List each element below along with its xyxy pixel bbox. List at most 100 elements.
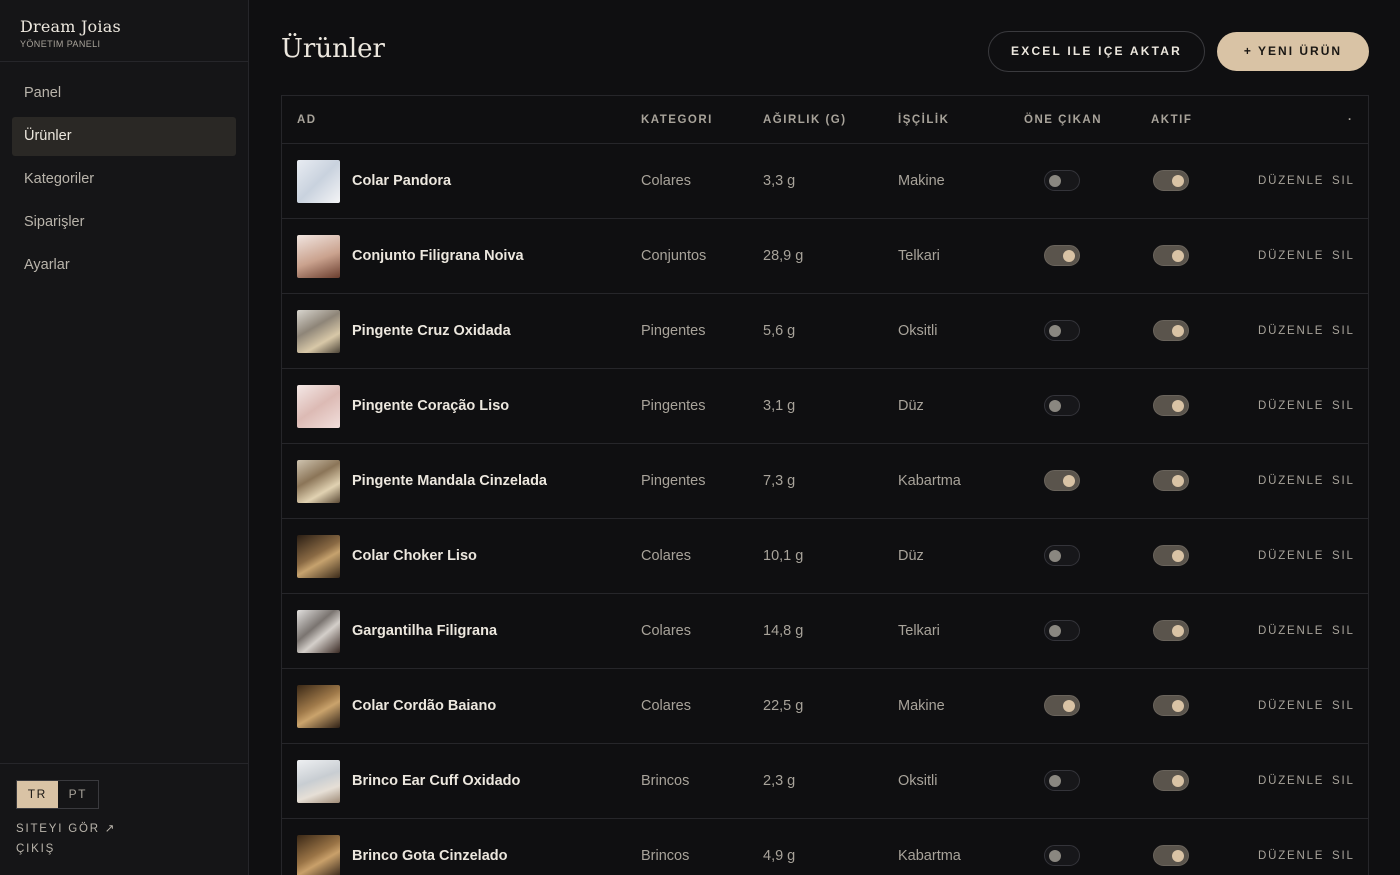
- table-row: Pingente Coração Liso Pingentes 3,1 g Düz DÜ…: [282, 369, 1368, 444]
- sidebar-item-orders[interactable]: Siparişler: [12, 203, 236, 242]
- active-toggle[interactable]: [1153, 695, 1189, 716]
- sidebar: Dream Joias YÖNETIM PANELI Panel Ürünler…: [0, 0, 249, 875]
- delete-button[interactable]: SIL: [1332, 744, 1355, 819]
- featured-toggle[interactable]: [1044, 245, 1080, 266]
- brand-name: Dream Joias: [20, 17, 121, 36]
- table-row: Conjunto Filigrana Noiva Conjuntos 28,9 g T…: [282, 219, 1368, 294]
- featured-toggle[interactable]: [1044, 845, 1080, 866]
- sidebar-item-categories[interactable]: Kategoriler: [12, 160, 236, 199]
- product-thumbnail: [297, 160, 340, 203]
- active-toggle[interactable]: [1153, 770, 1189, 791]
- product-craft: Oksitli: [898, 323, 938, 339]
- edit-button[interactable]: DÜZENLE: [1258, 819, 1324, 875]
- sidebar-nav: Panel Ürünler Kategoriler Siparişler Aya…: [0, 62, 248, 289]
- sidebar-footer: TR PT SITEYI GÖR ↗ ÇIKIŞ: [0, 763, 248, 875]
- edit-button[interactable]: DÜZENLE: [1258, 744, 1324, 819]
- featured-toggle[interactable]: [1044, 170, 1080, 191]
- product-thumbnail: [297, 835, 340, 875]
- delete-button[interactable]: SIL: [1332, 369, 1355, 444]
- product-craft: Makine: [898, 173, 945, 189]
- lang-pt-button[interactable]: PT: [58, 781, 99, 808]
- product-thumbnail: [297, 535, 340, 578]
- active-toggle[interactable]: [1153, 170, 1189, 191]
- active-toggle[interactable]: [1153, 845, 1189, 866]
- delete-button[interactable]: SIL: [1332, 669, 1355, 744]
- product-thumbnail: [297, 760, 340, 803]
- lang-tr-button[interactable]: TR: [17, 781, 58, 808]
- active-toggle[interactable]: [1153, 620, 1189, 641]
- delete-button[interactable]: SIL: [1332, 594, 1355, 669]
- active-toggle[interactable]: [1153, 395, 1189, 416]
- featured-toggle[interactable]: [1044, 395, 1080, 416]
- product-name: Brinco Gota Cinzelado: [352, 848, 508, 864]
- product-name: Colar Pandora: [352, 173, 452, 189]
- product-category: Colares: [641, 173, 691, 189]
- column-header-craft: İŞÇİLİK: [898, 114, 950, 126]
- toggle-knob: [1063, 250, 1075, 262]
- delete-button[interactable]: SIL: [1332, 294, 1355, 369]
- product-thumbnail: [297, 385, 340, 428]
- excel-import-button[interactable]: EXCEL ILE IÇE AKTAR: [988, 31, 1205, 72]
- featured-toggle[interactable]: [1044, 695, 1080, 716]
- active-toggle[interactable]: [1153, 320, 1189, 341]
- brand: Dream Joias YÖNETIM PANELI: [0, 0, 248, 62]
- logout-link[interactable]: ÇIKIŞ: [16, 843, 232, 855]
- product-weight: 7,3 g: [763, 473, 796, 489]
- delete-button[interactable]: SIL: [1332, 819, 1355, 875]
- sidebar-item-products[interactable]: Ürünler: [12, 117, 236, 156]
- language-switcher: TR PT: [16, 780, 99, 809]
- featured-toggle[interactable]: [1044, 320, 1080, 341]
- delete-button[interactable]: SIL: [1332, 519, 1355, 594]
- table-row: Pingente Cruz Oxidada Pingentes 5,6 g Oksit…: [282, 294, 1368, 369]
- delete-button[interactable]: SIL: [1332, 444, 1355, 519]
- product-weight: 2,3 g: [763, 773, 796, 789]
- new-product-button[interactable]: + YENI ÜRÜN: [1217, 32, 1369, 71]
- delete-button[interactable]: SIL: [1332, 219, 1355, 294]
- edit-button[interactable]: DÜZENLE: [1258, 294, 1324, 369]
- active-toggle[interactable]: [1153, 245, 1189, 266]
- edit-button[interactable]: DÜZENLE: [1258, 144, 1324, 219]
- featured-toggle[interactable]: [1044, 470, 1080, 491]
- edit-button[interactable]: DÜZENLE: [1258, 519, 1324, 594]
- edit-button[interactable]: DÜZENLE: [1258, 669, 1324, 744]
- product-category: Colares: [641, 548, 691, 564]
- column-header-category: KATEGORI: [641, 114, 713, 126]
- product-thumbnail: [297, 460, 340, 503]
- product-name: Conjunto Filigrana Noiva: [352, 248, 524, 264]
- product-name: Colar Cordão Baiano: [352, 698, 497, 714]
- product-weight: 5,6 g: [763, 323, 796, 339]
- toggle-knob: [1172, 175, 1184, 187]
- view-site-link[interactable]: SITEYI GÖR ↗: [16, 821, 232, 835]
- product-weight: 3,1 g: [763, 398, 796, 414]
- toggle-knob: [1172, 775, 1184, 787]
- product-name: Brinco Ear Cuff Oxidado: [352, 773, 521, 789]
- featured-toggle[interactable]: [1044, 620, 1080, 641]
- product-craft: Telkari: [898, 623, 940, 639]
- sidebar-item-panel[interactable]: Panel: [12, 74, 236, 113]
- column-header-actions: ·: [1348, 114, 1354, 126]
- active-toggle[interactable]: [1153, 545, 1189, 566]
- product-name: Pingente Cruz Oxidada: [352, 323, 511, 339]
- featured-toggle[interactable]: [1044, 770, 1080, 791]
- product-name: Colar Choker Liso: [352, 548, 477, 564]
- toggle-knob: [1172, 325, 1184, 337]
- product-weight: 4,9 g: [763, 848, 796, 864]
- table-row: Gargantilha Filigrana Colares 14,8 g Telkar…: [282, 594, 1368, 669]
- edit-button[interactable]: DÜZENLE: [1258, 369, 1324, 444]
- product-category: Colares: [641, 623, 691, 639]
- edit-button[interactable]: DÜZENLE: [1258, 594, 1324, 669]
- table-row: Brinco Ear Cuff Oxidado Brincos 2,3 g Oksit…: [282, 744, 1368, 819]
- edit-button[interactable]: DÜZENLE: [1258, 219, 1324, 294]
- product-name: Pingente Coração Liso: [352, 398, 510, 414]
- delete-button[interactable]: SIL: [1332, 144, 1355, 219]
- table-row: Colar Choker Liso Colares 10,1 g Düz DÜZENLE…: [282, 519, 1368, 594]
- active-toggle[interactable]: [1153, 470, 1189, 491]
- product-category: Brincos: [641, 773, 690, 789]
- edit-button[interactable]: DÜZENLE: [1258, 444, 1324, 519]
- product-category: Brincos: [641, 848, 690, 864]
- toggle-knob: [1049, 175, 1061, 187]
- sidebar-item-settings[interactable]: Ayarlar: [12, 246, 236, 285]
- table-row: Colar Pandora Colares 3,3 g Makine DÜZENLE SI…: [282, 144, 1368, 219]
- featured-toggle[interactable]: [1044, 545, 1080, 566]
- toggle-knob: [1172, 700, 1184, 712]
